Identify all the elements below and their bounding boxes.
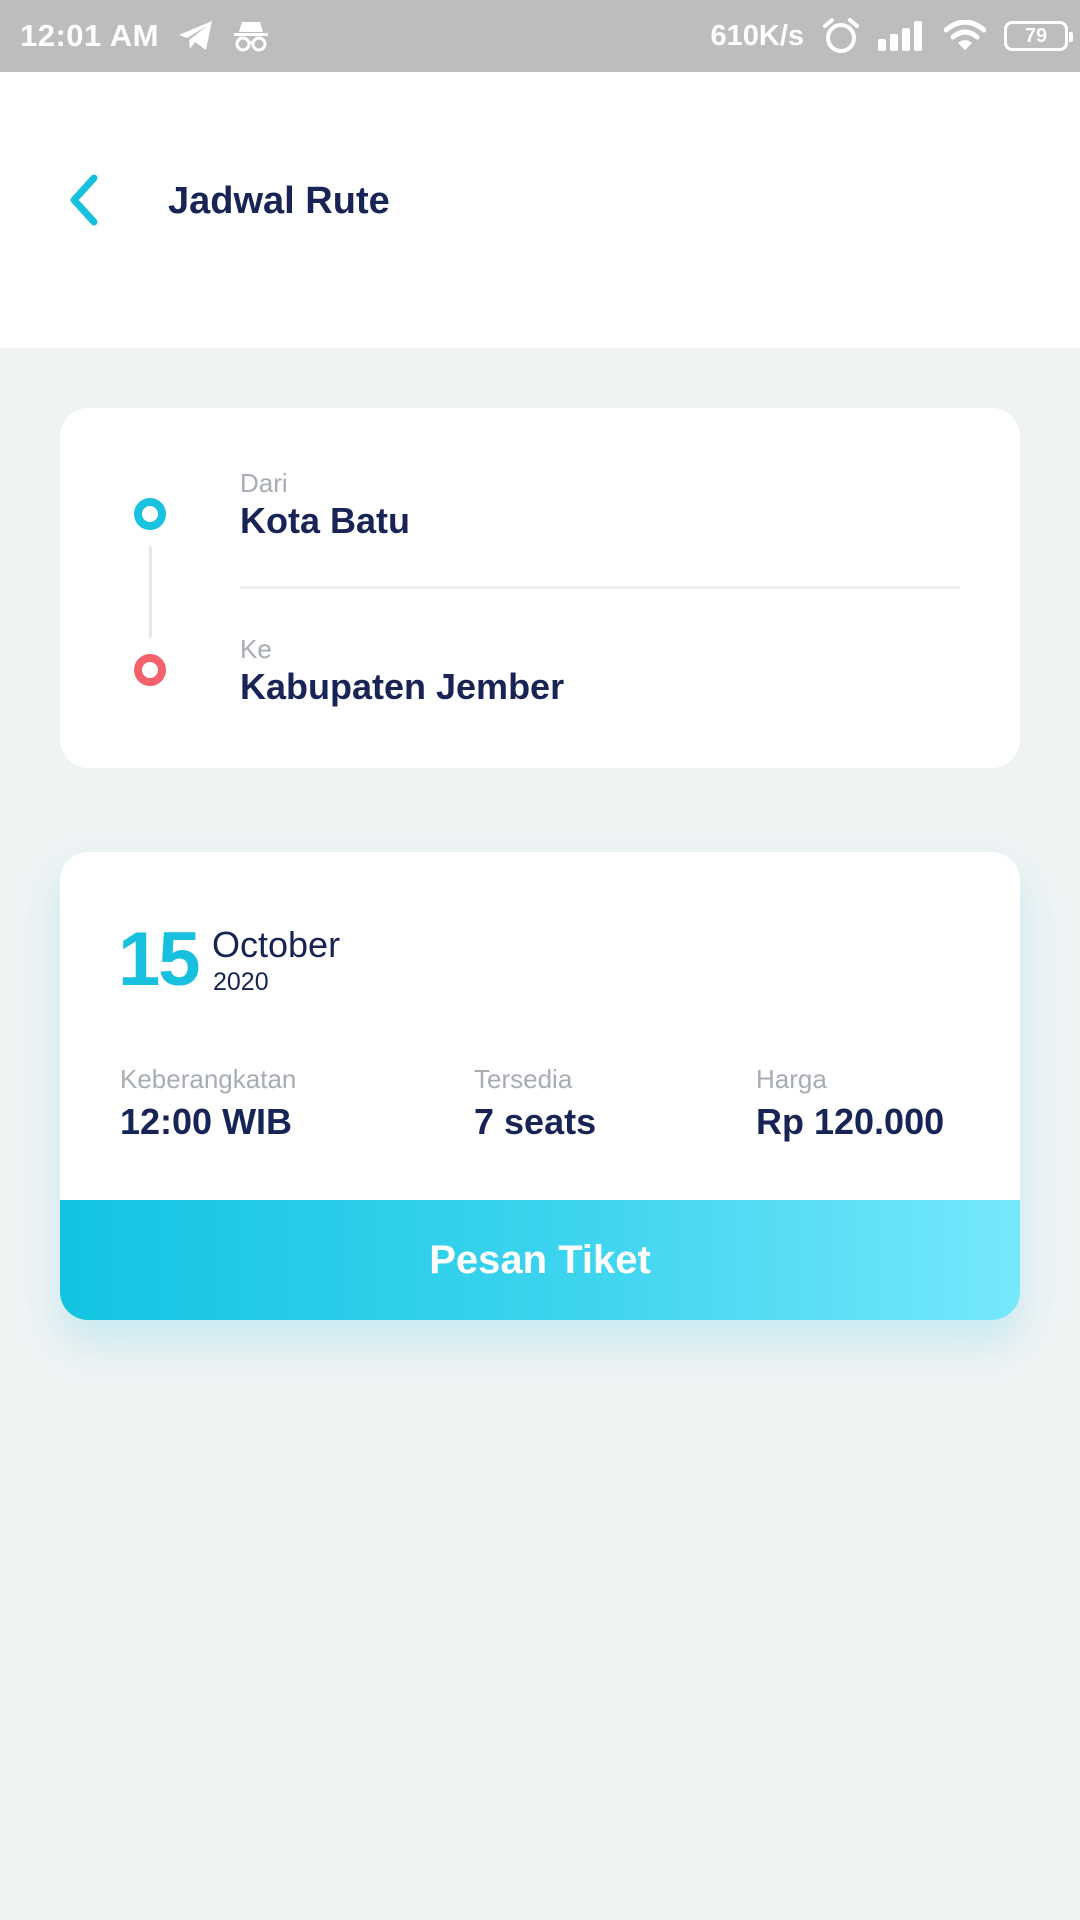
status-bar-right: 610K/s 79 <box>710 17 1073 55</box>
incognito-icon <box>233 19 269 53</box>
seats-label: Tersedia <box>474 1064 573 1094</box>
chevron-left-icon <box>70 174 98 226</box>
date-year: 2020 <box>213 968 269 996</box>
signal-icon <box>878 21 926 51</box>
seats-available: 7 seats <box>474 1101 597 1142</box>
route-connector-line <box>149 546 152 638</box>
seats-info: Tersedia 7 seats <box>474 1064 596 1143</box>
route-card: Dari Kota Batu Ke Kabupaten Jember <box>60 408 1020 768</box>
screen: 12:01 AM 610K/s 79 Jadwal Rute Dari Kota… <box>0 0 1080 1920</box>
price-info: Harga Rp 120.000 <box>756 1064 944 1143</box>
origin-value: Kota Batu <box>240 500 410 541</box>
page-title: Jadwal Rute <box>168 180 390 222</box>
origin-dot-icon <box>134 498 166 530</box>
departure-label: Keberangkatan <box>120 1064 297 1094</box>
price-label: Harga <box>756 1064 827 1094</box>
alarm-icon <box>822 17 860 55</box>
wifi-icon <box>944 20 986 52</box>
status-bar-left: 12:01 AM <box>20 18 269 54</box>
battery-icon: 79 <box>1004 21 1073 51</box>
route-divider <box>240 586 960 589</box>
battery-level: 79 <box>1024 24 1048 47</box>
schedule-card: 15 October 2020 Keberangkatan 12:00 WIB … <box>60 852 1020 1320</box>
departure-time: 12:00 WIB <box>120 1101 293 1142</box>
destination-label: Ke <box>240 634 272 664</box>
status-time: 12:01 AM <box>20 18 159 53</box>
book-ticket-button[interactable]: Pesan Tiket <box>60 1200 1020 1320</box>
status-bar: 12:01 AM 610K/s 79 <box>0 0 1080 72</box>
price-value: Rp 120.000 <box>756 1101 945 1142</box>
network-speed: 610K/s <box>710 19 804 52</box>
destination-dot-icon <box>134 654 166 686</box>
telegram-icon <box>177 19 215 53</box>
date-month: October <box>212 924 341 965</box>
back-button[interactable] <box>56 168 112 232</box>
destination-value: Kabupaten Jember <box>240 666 565 707</box>
date-day: 15 <box>118 917 201 1002</box>
departure-info: Keberangkatan 12:00 WIB <box>120 1064 296 1143</box>
origin-label: Dari <box>240 468 288 498</box>
app-header: Jadwal Rute <box>0 72 1080 348</box>
